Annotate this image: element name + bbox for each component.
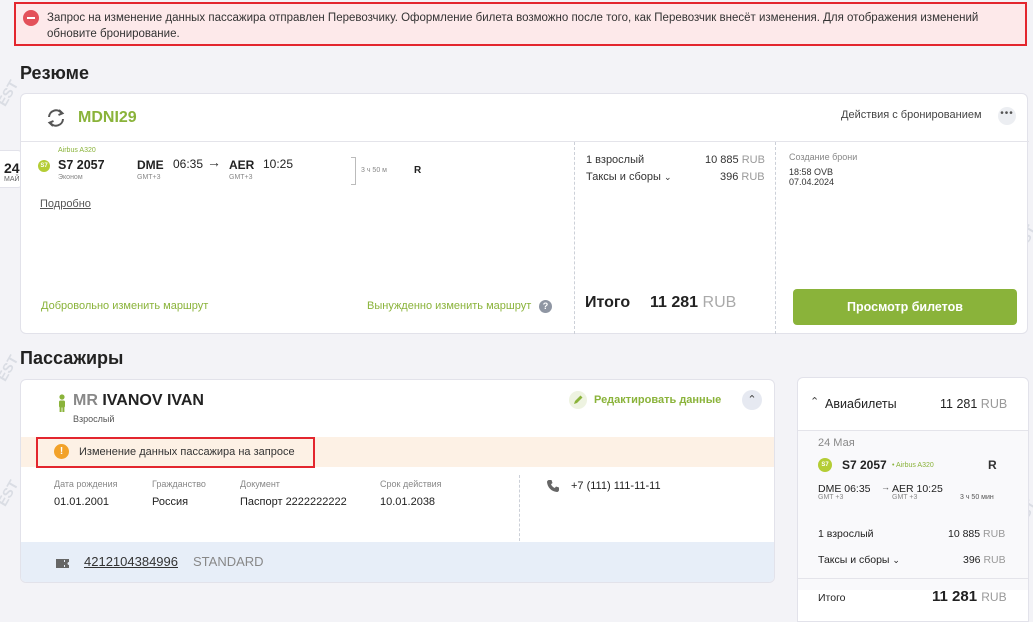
cabin-class: Эконом xyxy=(58,174,83,181)
taxes-price: 396 RUB xyxy=(720,171,765,183)
aircraft-label: Airbus A320 xyxy=(58,147,96,154)
taxes-toggle[interactable]: Таксы и сборы ⌄ xyxy=(586,171,672,183)
voluntary-change-link[interactable]: Добровольно изменить маршрут xyxy=(41,300,208,312)
document-value: Паспорт 2222222222 xyxy=(240,496,347,508)
date-stub[interactable]: 24 МАЙ xyxy=(0,150,22,188)
details-link[interactable]: Подробно xyxy=(40,198,91,210)
booking-created-date: 07.04.2024 xyxy=(789,177,835,187)
divider xyxy=(574,142,575,334)
view-tickets-button[interactable]: Просмотр билетов xyxy=(793,289,1017,325)
summary-title: Резюме xyxy=(20,63,89,83)
pnr-code[interactable]: MDNI29 xyxy=(78,109,137,127)
airline-logo-icon: S7 xyxy=(818,458,832,472)
edit-data-link[interactable]: Редактировать данные xyxy=(594,394,721,406)
total-price: 11 281 RUB xyxy=(650,294,737,311)
passenger-type: Взрослый xyxy=(73,414,115,424)
segment-flight-number: S7 2057 xyxy=(842,458,887,472)
ticket-icon xyxy=(55,556,70,568)
passenger-card: MR IVANOV IVAN Взрослый Редактировать да… xyxy=(20,379,775,583)
departure-tz: GMT+3 xyxy=(137,174,161,181)
tickets-panel-total: 11 281 RUB xyxy=(940,397,1008,411)
flight-number: S7 2057 xyxy=(58,158,105,172)
arrow-right-icon: → xyxy=(881,482,890,492)
document-label: Документ xyxy=(240,479,280,489)
arrival-time: 10:25 xyxy=(263,157,294,171)
arrow-right-icon: → xyxy=(207,154,221,170)
watermark-text: EST xyxy=(0,352,22,384)
validity-label: Срок действия xyxy=(380,479,442,489)
flight-duration: 3 ч 50 м xyxy=(361,167,387,174)
chevron-down-icon: ⌄ xyxy=(663,172,672,182)
panel-taxes-toggle[interactable]: Таксы и сборы ⌄ xyxy=(818,554,900,566)
booking-actions-link[interactable]: Действия с бронированием xyxy=(841,109,982,121)
total-label: Итого xyxy=(585,294,631,311)
arrival-tz: GMT+3 xyxy=(229,174,253,181)
adult-price: 10 885 RUB xyxy=(705,154,765,166)
segment-departure-tz: GMT +3 xyxy=(818,494,844,501)
ticket-number-link[interactable]: 4212104384996 xyxy=(84,554,178,569)
adult-label: 1 взрослый xyxy=(586,154,645,166)
birth-date-label: Дата рождения xyxy=(54,479,118,489)
segment-fare-class: R xyxy=(988,458,997,472)
warning-text: Изменение данных пассажира на запросе xyxy=(79,446,295,458)
ticket-segment-block xyxy=(798,430,1028,590)
chevron-up-icon[interactable]: ⌃ xyxy=(742,390,762,410)
watermark-text: EST xyxy=(0,77,22,109)
validity-value: 10.01.2038 xyxy=(380,496,436,508)
segment-aircraft: • Airbus A320 xyxy=(892,462,934,469)
panel-total-label: Итого xyxy=(818,592,846,604)
panel-taxes-price: 396 RUB xyxy=(963,554,1006,566)
panel-adult-label: 1 взрослый xyxy=(818,528,874,540)
departure-time: 06:35 xyxy=(173,157,204,171)
departure-code: DME xyxy=(137,158,164,172)
segment-arrival-tz: GMT +3 xyxy=(892,494,918,501)
fare-class: R xyxy=(414,165,422,176)
panel-adult-price: 10 885 RUB xyxy=(948,528,1006,540)
summary-card: MDNI29 Действия с бронированием ••• Airb… xyxy=(20,93,1029,334)
pencil-icon[interactable] xyxy=(569,391,587,409)
segment-date: 24 Мая xyxy=(818,437,855,449)
refresh-icon[interactable] xyxy=(45,107,67,129)
alert-text: Запрос на изменение данных пассажира отп… xyxy=(47,12,979,40)
panel-total-price: 11 281 RUB xyxy=(932,588,1007,605)
more-icon[interactable]: ••• xyxy=(998,107,1016,125)
booking-created-label: Создание брони xyxy=(789,152,858,162)
divider xyxy=(519,475,520,541)
person-icon xyxy=(57,394,67,412)
help-icon[interactable]: ? xyxy=(539,300,552,313)
passenger-name: MR IVANOV IVAN xyxy=(73,392,204,409)
forced-change-link[interactable]: Вынужденно изменить маршрут xyxy=(367,300,531,312)
airline-logo-icon: S7 xyxy=(38,160,50,172)
phone-icon xyxy=(546,479,560,493)
divider xyxy=(775,142,776,334)
phone-number: +7 (111) 111-11-11 xyxy=(571,480,661,492)
tickets-panel: ⌃ Авиабилеты 11 281 RUB 24 Мая S7 S7 205… xyxy=(797,377,1029,622)
citizenship-label: Гражданство xyxy=(152,479,206,489)
duration-bracket xyxy=(351,157,356,185)
divider xyxy=(798,578,1028,579)
divider xyxy=(21,141,1029,142)
booking-created-time: 18:58 OVB xyxy=(789,167,834,177)
segment-duration: 3 ч 50 мин xyxy=(960,494,994,501)
error-icon xyxy=(23,10,39,26)
watermark-text: EST xyxy=(0,477,22,509)
warning-icon: ! xyxy=(54,444,69,459)
arrival-code: AER xyxy=(229,158,255,172)
citizenship-value: Россия xyxy=(152,496,189,508)
divider xyxy=(798,430,1028,431)
chevron-up-icon[interactable]: ⌃ xyxy=(810,395,819,408)
ticket-type: STANDARD xyxy=(193,554,264,569)
chevron-down-icon: ⌄ xyxy=(892,555,900,565)
birth-date-value: 01.01.2001 xyxy=(54,496,110,508)
alert-banner: Запрос на изменение данных пассажира отп… xyxy=(14,2,1027,46)
tickets-panel-title[interactable]: Авиабилеты xyxy=(825,397,897,411)
passengers-title: Пассажиры xyxy=(20,348,124,368)
